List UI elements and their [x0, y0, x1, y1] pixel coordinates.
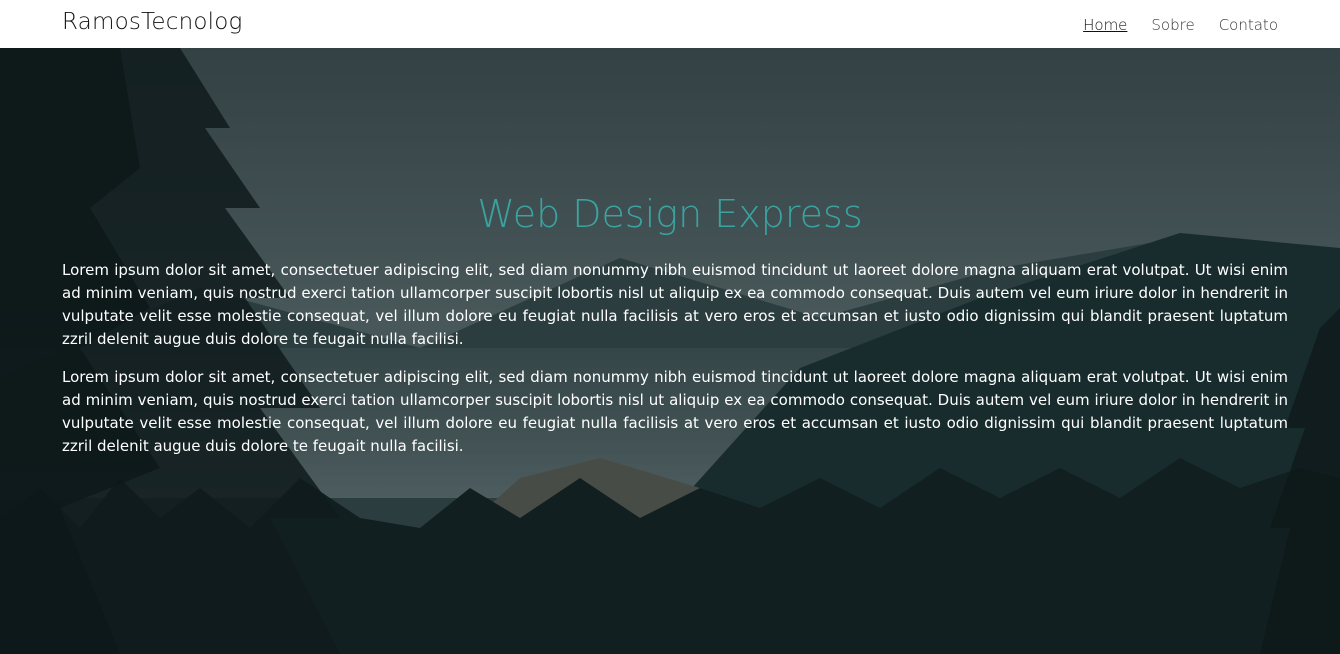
- nav-link-contato[interactable]: Contato: [1219, 16, 1278, 34]
- hero-paragraph: Lorem ipsum dolor sit amet, consectetuer…: [62, 261, 1288, 348]
- brand-logo-text[interactable]: RamosTecnolog: [62, 9, 242, 35]
- hero-paragraph: Lorem ipsum dolor sit amet, consectetuer…: [62, 368, 1288, 455]
- main-nav: Home Sobre Contato: [1083, 16, 1278, 34]
- nav-link-sobre[interactable]: Sobre: [1151, 16, 1194, 34]
- hero-text-block: Lorem ipsum dolor sit amet, consectetuer…: [62, 259, 1288, 473]
- top-navbar: RamosTecnolog Home Sobre Contato: [0, 0, 1340, 48]
- nav-link-home[interactable]: Home: [1083, 16, 1127, 34]
- hero-section: Web Design Express Lorem ipsum dolor sit…: [0, 48, 1340, 654]
- hero-title: Web Design Express: [477, 192, 863, 236]
